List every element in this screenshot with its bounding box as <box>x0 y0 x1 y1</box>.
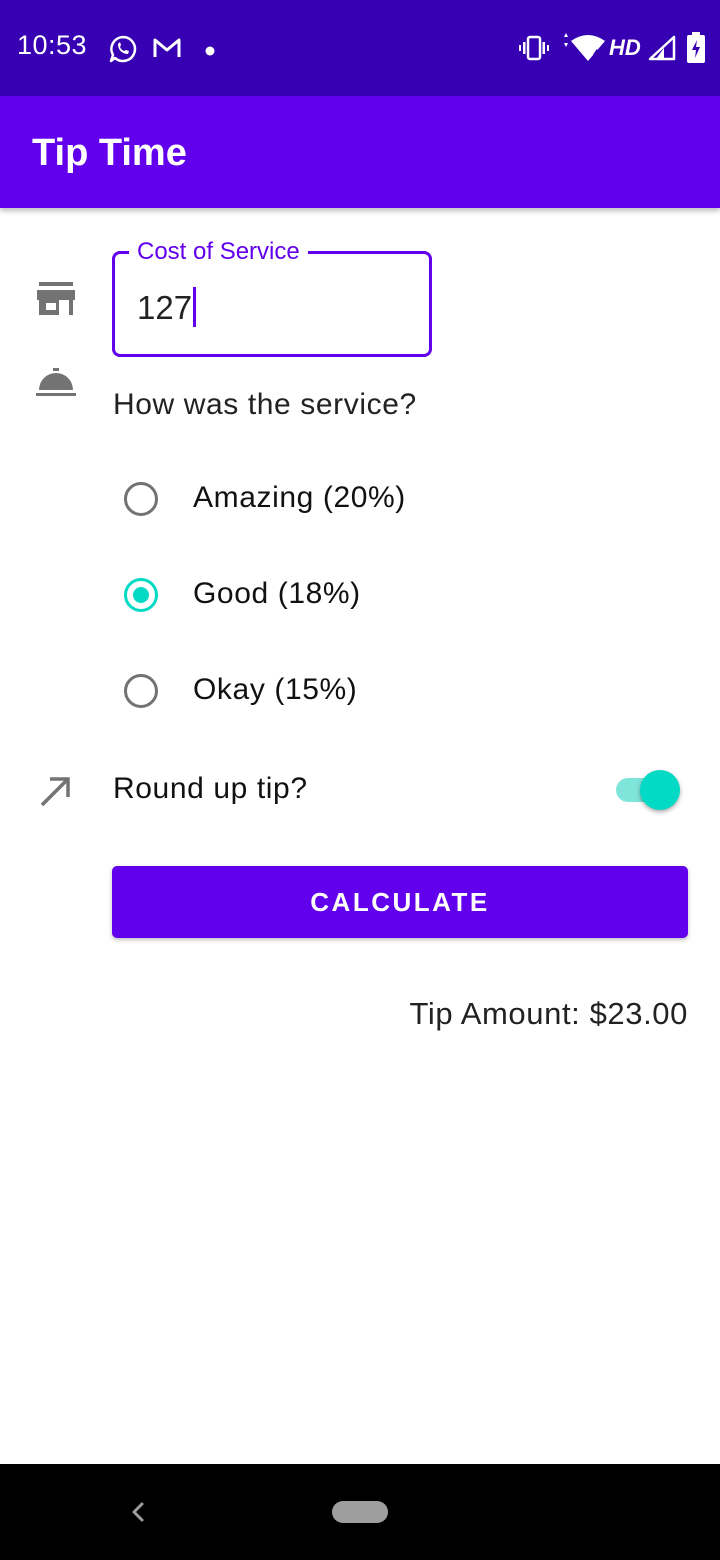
home-pill-icon[interactable] <box>332 1501 388 1523</box>
svg-text:4: 4 <box>593 48 600 60</box>
switch-thumb <box>640 770 680 810</box>
radio-label-okay: Okay (15%) <box>193 673 358 706</box>
app-title: Tip Time <box>32 132 187 174</box>
cost-of-service-value: 127 <box>137 289 193 326</box>
back-icon[interactable] <box>128 1498 148 1531</box>
radio-option-good[interactable]: Good (18%) <box>112 562 512 634</box>
round-up-arrow-icon <box>38 775 72 814</box>
radio-option-amazing[interactable]: Amazing (20%) <box>112 466 512 538</box>
radio-button-okay[interactable] <box>124 674 158 708</box>
cost-of-service-input[interactable]: 127 <box>137 287 197 327</box>
tip-amount-result: Tip Amount: $23.00 <box>409 996 688 1031</box>
battery-charging-icon <box>686 32 706 69</box>
radio-button-amazing[interactable] <box>124 482 158 516</box>
text-cursor <box>193 287 197 327</box>
notification-dot-icon <box>205 43 215 61</box>
wifi-icon: 4 <box>560 33 606 68</box>
status-time: 10:53 <box>17 30 88 60</box>
radio-option-okay[interactable]: Okay (15%) <box>112 658 512 730</box>
storefront-icon <box>36 282 76 321</box>
signal-icon <box>648 35 676 66</box>
gmail-icon <box>152 36 182 65</box>
room-service-icon <box>35 368 77 403</box>
radio-label-good: Good (18%) <box>193 577 361 610</box>
whatsapp-icon <box>107 33 139 70</box>
round-up-label: Round up tip? <box>113 772 308 805</box>
vibrate-icon <box>519 35 549 66</box>
cost-of-service-field[interactable]: Cost of Service 127 <box>112 238 432 357</box>
app-bar: Tip Time <box>0 96 720 208</box>
navigation-bar <box>0 1464 720 1560</box>
calculate-button[interactable]: CALCULATE <box>112 866 688 938</box>
radio-button-good[interactable] <box>124 578 158 612</box>
status-bar: 10:53 4 HD <box>0 0 720 96</box>
round-up-switch[interactable] <box>616 768 684 812</box>
network-type: HD <box>609 35 641 60</box>
cost-of-service-label: Cost of Service <box>129 238 308 266</box>
service-question: How was the service? <box>113 388 417 421</box>
radio-label-amazing: Amazing (20%) <box>193 481 406 514</box>
